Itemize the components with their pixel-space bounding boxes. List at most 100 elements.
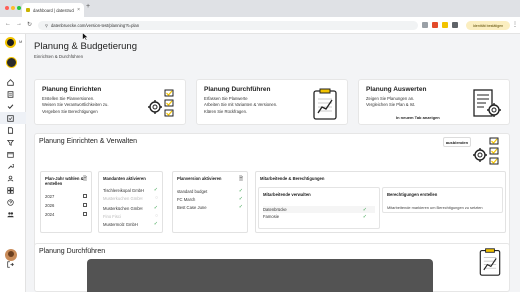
user-avatar[interactable] [5, 249, 17, 261]
card-title: Planung Einrichten [42, 86, 102, 93]
year-row[interactable]: 2024 [45, 210, 87, 218]
checkbox[interactable] [83, 212, 87, 216]
sidebar-item-users[interactable] [0, 208, 26, 220]
site-info-icon[interactable]: ⚲ [45, 23, 48, 28]
check-icon[interactable]: ✓ [154, 205, 158, 211]
add-document-icon[interactable]: 🗎 [239, 176, 243, 184]
check-icon[interactable]: ✓ [363, 207, 367, 213]
browser-tab[interactable]: dashboard | datestrucke × [22, 3, 84, 17]
sidebar-item-team[interactable] [0, 172, 26, 184]
sidebar-item-documents[interactable] [0, 124, 26, 136]
close-window-icon[interactable] [5, 6, 9, 10]
clients-panel: Mandanten aktivieren Tischlereikopal Gmb… [98, 171, 163, 233]
sidebar-item-calendar[interactable] [0, 148, 26, 160]
collapse-button[interactable]: ausblenden [443, 137, 471, 147]
staff-row[interactable]: Famosie ✓ [263, 213, 375, 220]
sidebar: M [0, 34, 26, 292]
version-row[interactable]: Best Case June ✓ [177, 203, 243, 211]
reload-icon[interactable]: ↻ [27, 21, 32, 28]
check-icon[interactable]: ✓ [239, 196, 243, 202]
circle-icon[interactable]: ○ [155, 195, 158, 201]
overview-card-setup[interactable]: Planung Einrichten Erstellen Sie Planver… [34, 79, 186, 125]
checkbox[interactable] [83, 203, 87, 207]
version-label: FC March [177, 196, 196, 202]
panel-title: Planversion aktivieren [177, 176, 222, 181]
puzzle-icon[interactable] [452, 22, 458, 28]
sidebar-item-planning[interactable] [0, 112, 26, 124]
filter-icon [7, 139, 14, 146]
sidebar-item-filter[interactable] [0, 136, 26, 148]
card-desc: Klären Sie Rückfragen. [204, 108, 248, 114]
team-icon [7, 175, 14, 181]
app-logo[interactable] [5, 37, 16, 48]
report-icon [7, 90, 14, 98]
minimize-window-icon[interactable] [11, 6, 15, 10]
client-row[interactable]: Musterküchen GmbH ✓ [103, 204, 158, 212]
overview-card-evaluate[interactable]: Planung Auswerten Zeigen Sie Planungen a… [358, 79, 510, 125]
year-row[interactable]: 2026 [45, 201, 87, 209]
planning-icon [7, 114, 14, 122]
sidebar-item-home[interactable] [0, 76, 26, 88]
breadcrumb: Einrichten & Durchführen [34, 54, 84, 59]
sidebar-item-dashboard[interactable] [0, 184, 26, 196]
overview-card-execute[interactable]: Planung Durchführen Erfassen Sie Planwer… [196, 79, 348, 125]
dashboard-icon [7, 186, 14, 194]
client-label: Mustermolz GmbH [103, 221, 138, 227]
check-icon[interactable]: ✓ [363, 214, 367, 220]
client-row[interactable]: Musterkuchen GmbH ○ [103, 194, 158, 202]
version-row[interactable]: standard budget ✓ [177, 187, 243, 195]
check-icon[interactable]: ✓ [239, 188, 243, 194]
logout-icon [7, 261, 14, 268]
client-row[interactable]: Mustermolz GmbH ✓ [103, 220, 158, 228]
document-icon [7, 126, 14, 134]
panel-title: Plan-Jahr wählen & erstellen [45, 176, 84, 186]
browser-menu-icon[interactable]: ⋮ [512, 21, 518, 28]
circle-icon[interactable]: ○ [155, 213, 158, 219]
version-row[interactable]: FC March ✓ [177, 195, 243, 203]
forward-icon[interactable]: → [16, 21, 22, 28]
year-label: 2024 [45, 211, 55, 217]
sidebar-item-tools[interactable] [0, 160, 26, 172]
sidebar-item-reports[interactable] [0, 88, 26, 100]
close-tab-icon[interactable]: × [77, 7, 80, 13]
open-new-tab-link[interactable]: In neuem Tab anzeigen [396, 115, 440, 120]
extensions [422, 22, 458, 28]
company-logo[interactable] [6, 57, 17, 68]
window-controls[interactable] [5, 6, 21, 10]
profile-button[interactable]: Identität bestätigen [466, 21, 510, 30]
gear-checklist-icon [473, 137, 499, 165]
client-label: Tischlereikopal GmbH [103, 187, 145, 193]
staff-panel: Mitarbeitende & Berechtigungen Mitarbeit… [255, 171, 506, 233]
home-icon [7, 78, 14, 86]
bookmark-icon[interactable] [422, 22, 428, 28]
year-label: 2027 [45, 193, 55, 199]
year-row[interactable]: 2027 [45, 192, 87, 200]
profile-label: Identität bestätigen [472, 23, 504, 28]
new-tab-icon[interactable]: + [86, 3, 90, 10]
sidebar-item-help[interactable] [0, 196, 26, 208]
maximize-window-icon[interactable] [17, 6, 21, 10]
card-desc: Vergeben Sie Berechtigungen [42, 108, 98, 114]
extension-icon[interactable] [432, 22, 438, 28]
client-label: Musterküchen GmbH [103, 205, 143, 211]
address-bar[interactable]: ⚲ datenbruecke.com/version-test/planning… [38, 21, 418, 30]
plan-year-panel: Plan-Jahr wählen & erstellen 🗎 2027 2026… [40, 171, 92, 233]
card-title: Planung Auswerten [366, 86, 427, 93]
client-row[interactable]: Fino Fisci ○ [103, 212, 158, 220]
permissions-box: Berechtigungen erstellen Mitarbeitende m… [382, 187, 503, 213]
panel-title: Mitarbeitende & Berechtigungen [260, 176, 325, 181]
add-document-icon[interactable]: 🗎 [83, 176, 87, 184]
client-row[interactable]: Tischlereikopal GmbH ✓ [103, 186, 158, 194]
checkbox[interactable] [83, 194, 87, 198]
check-icon[interactable]: ✓ [239, 204, 243, 210]
box-title: Mitarbeitende verwalten [263, 192, 311, 197]
browser-tab-bar: dashboard | datestrucke × + [0, 0, 520, 17]
check-icon[interactable]: ✓ [154, 187, 158, 193]
extension-icon[interactable] [442, 22, 448, 28]
staff-manage-box: Mitarbeitende verwalten Datenbrücke ✓ Fam… [258, 187, 380, 229]
check-icon[interactable]: ✓ [154, 221, 158, 227]
logout-button[interactable] [7, 261, 14, 270]
sidebar-item-checklist[interactable] [0, 100, 26, 112]
staff-row[interactable]: Datenbrücke ✓ [263, 206, 375, 213]
back-icon[interactable]: ← [5, 21, 11, 28]
